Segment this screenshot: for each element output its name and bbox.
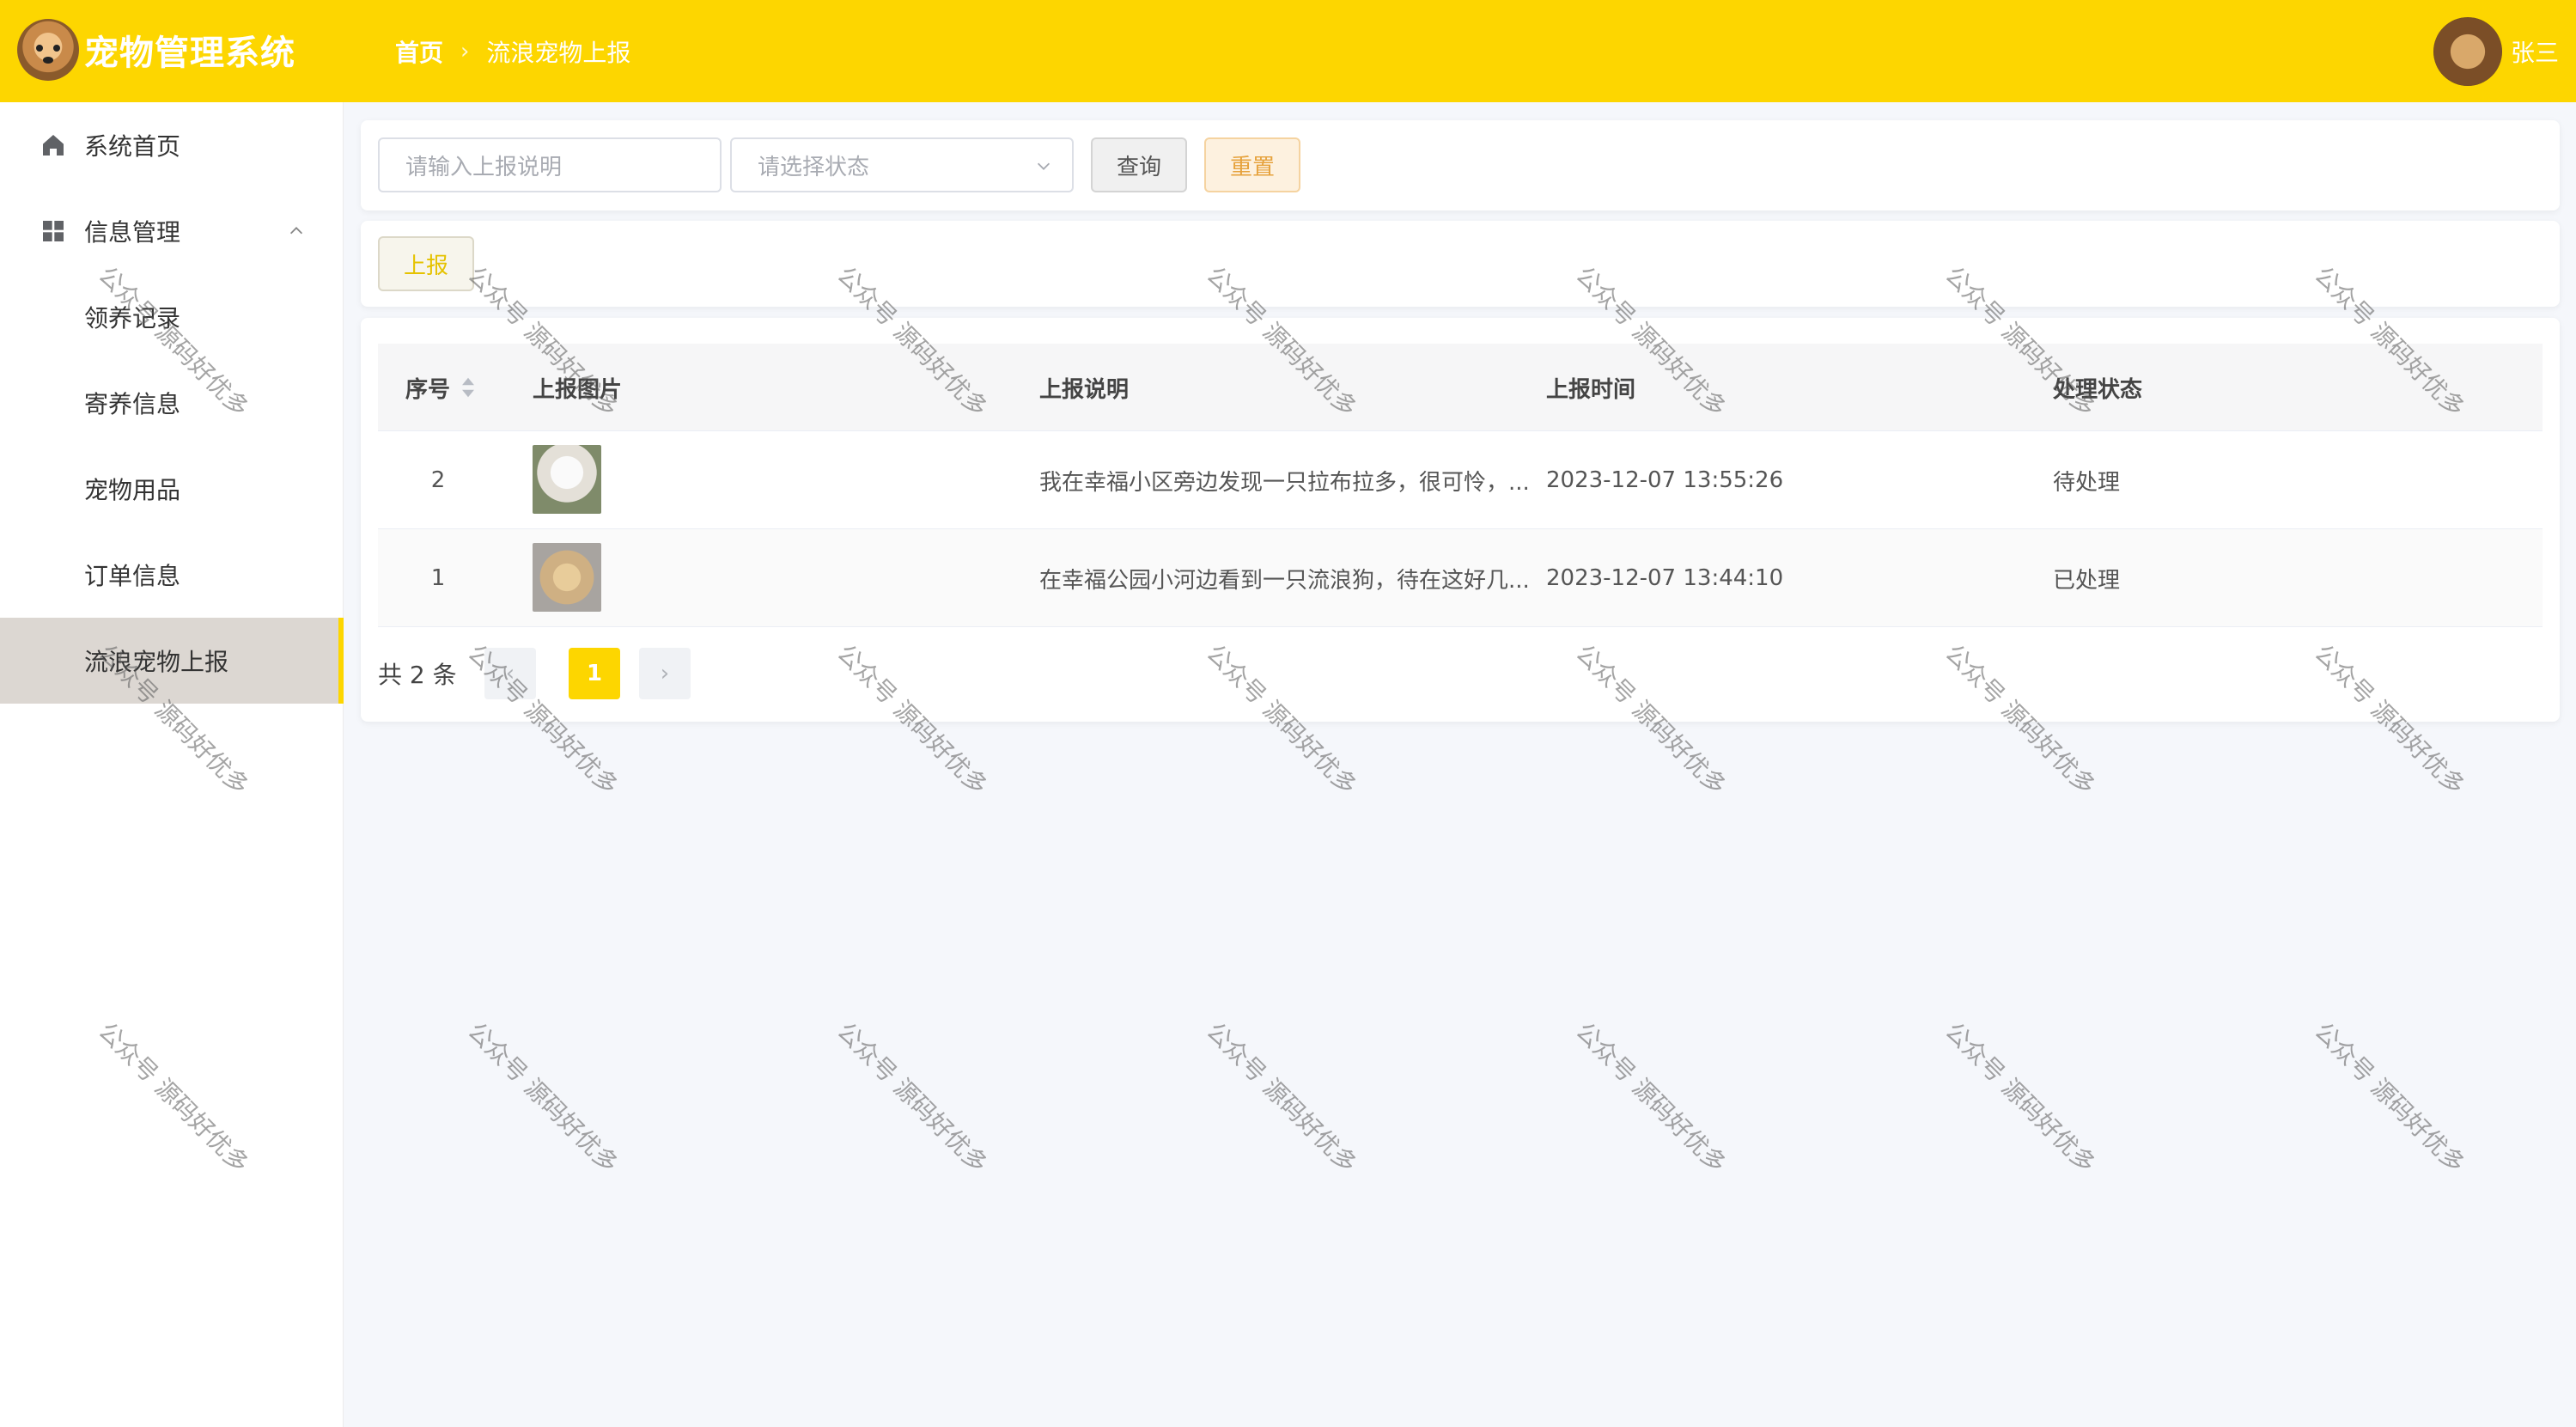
app-title: 宠物管理系统 bbox=[84, 34, 295, 73]
column-header-status: 处理状态 bbox=[2053, 376, 2143, 403]
status-select[interactable]: 请选择状态 bbox=[730, 137, 1074, 192]
row-desc: 在幸福公园小河边看到一只流浪狗，待在这好几... bbox=[1039, 567, 1530, 594]
sidebar-item-label: 领养记录 bbox=[84, 304, 181, 332]
sidebar-item-label: 系统首页 bbox=[84, 132, 181, 161]
column-header-index[interactable]: 序号 bbox=[405, 344, 476, 431]
chevron-left-icon: ‹ bbox=[505, 661, 515, 686]
data-table: 序号 上报图片 上报说明 上报时间 处理状态 2 我在幸福小区旁边发现一只拉布拉… bbox=[361, 318, 2560, 722]
row-status: 待处理 bbox=[2053, 469, 2121, 496]
search-bar: 请输入上报说明 请选择状态 查询 重置 bbox=[361, 120, 2560, 210]
page-number-button[interactable]: 1 bbox=[569, 648, 620, 699]
row-status: 已处理 bbox=[2053, 567, 2121, 594]
avatar[interactable] bbox=[2433, 17, 2502, 86]
breadcrumb: 首页 › 流浪宠物上报 bbox=[395, 34, 630, 69]
sidebar-item-supplies[interactable]: 宠物用品 bbox=[0, 446, 344, 532]
sidebar-item-adoption[interactable]: 领养记录 bbox=[0, 274, 344, 360]
breadcrumb-home[interactable]: 首页 bbox=[395, 34, 443, 69]
watermark: 公众号 源码好优多 bbox=[831, 1016, 994, 1179]
sidebar-item-label: 寄养信息 bbox=[84, 390, 181, 418]
sidebar-item-stray-report[interactable]: 流浪宠物上报 bbox=[0, 618, 344, 704]
watermark: 公众号 源码好优多 bbox=[1940, 1016, 2102, 1179]
chevron-right-icon: › bbox=[660, 661, 670, 686]
sidebar-item-orders[interactable]: 订单信息 bbox=[0, 532, 344, 618]
next-page-button[interactable]: › bbox=[639, 648, 691, 699]
app-logo: 宠物管理系统 bbox=[17, 19, 295, 81]
sidebar-item-label: 宠物用品 bbox=[84, 476, 181, 504]
dog-logo-icon bbox=[17, 19, 79, 81]
query-button[interactable]: 查询 bbox=[1091, 137, 1187, 192]
grid-icon bbox=[43, 221, 64, 241]
sidebar-group-label: 信息管理 bbox=[84, 218, 181, 247]
pagination-total: 共 2 条 bbox=[378, 661, 457, 689]
user-name[interactable]: 张三 bbox=[2511, 34, 2559, 69]
table-row[interactable]: 2 我在幸福小区旁边发现一只拉布拉多，很可怜，... 2023-12-07 13… bbox=[378, 431, 2543, 529]
row-time: 2023-12-07 13:55:26 bbox=[1546, 467, 1784, 493]
report-image[interactable] bbox=[533, 543, 601, 612]
watermark: 公众号 源码好优多 bbox=[462, 1016, 624, 1179]
row-index: 1 bbox=[430, 565, 446, 591]
search-input-placeholder: 请输入上报说明 bbox=[405, 154, 563, 180]
search-input[interactable]: 请输入上报说明 bbox=[378, 137, 722, 192]
home-icon bbox=[43, 135, 64, 156]
watermark: 公众号 源码好优多 bbox=[1570, 1016, 1733, 1179]
sidebar-item-home[interactable]: 系统首页 bbox=[0, 102, 344, 188]
table-header: 序号 上报图片 上报说明 上报时间 处理状态 bbox=[378, 344, 2543, 431]
status-select-placeholder: 请选择状态 bbox=[758, 154, 870, 180]
action-bar: 上报 bbox=[361, 221, 2560, 307]
row-time: 2023-12-07 13:44:10 bbox=[1546, 565, 1784, 591]
reset-button[interactable]: 重置 bbox=[1204, 137, 1300, 192]
prev-page-button[interactable]: ‹ bbox=[484, 648, 536, 699]
report-button[interactable]: 上报 bbox=[378, 236, 474, 291]
chevron-up-icon[interactable] bbox=[287, 222, 306, 241]
chevron-right-icon: › bbox=[460, 39, 470, 64]
chevron-down-icon bbox=[1037, 162, 1050, 170]
sidebar-item-label: 流浪宠物上报 bbox=[84, 648, 229, 676]
sidebar-item-foster[interactable]: 寄养信息 bbox=[0, 360, 344, 446]
column-header-desc: 上报说明 bbox=[1039, 376, 1130, 403]
sidebar-group-info[interactable]: 信息管理 bbox=[0, 188, 344, 274]
table-row[interactable]: 1 在幸福公园小河边看到一只流浪狗，待在这好几... 2023-12-07 13… bbox=[378, 529, 2543, 627]
pagination: 共 2 条 ‹ 1 › bbox=[378, 648, 691, 699]
report-image[interactable] bbox=[533, 445, 601, 514]
breadcrumb-current: 流浪宠物上报 bbox=[486, 39, 631, 67]
row-index: 2 bbox=[430, 467, 446, 493]
user-menu[interactable]: 张三 bbox=[2433, 17, 2559, 86]
watermark: 公众号 源码好优多 bbox=[1201, 1016, 1363, 1179]
column-header-time: 上报时间 bbox=[1546, 376, 1636, 403]
column-header-image: 上报图片 bbox=[533, 376, 623, 403]
row-desc: 我在幸福小区旁边发现一只拉布拉多，很可怜，... bbox=[1039, 469, 1530, 496]
sidebar: 系统首页 信息管理 领养记录 寄养信息 宠物用品 订单信息 流浪宠物上报 bbox=[0, 102, 344, 1427]
sidebar-item-label: 订单信息 bbox=[84, 562, 181, 590]
watermark: 公众号 源码好优多 bbox=[2309, 1016, 2471, 1179]
sort-icon[interactable] bbox=[460, 375, 476, 399]
top-header: 宠物管理系统 首页 › 流浪宠物上报 张三 bbox=[0, 0, 2576, 102]
column-header-label: 序号 bbox=[405, 376, 451, 403]
